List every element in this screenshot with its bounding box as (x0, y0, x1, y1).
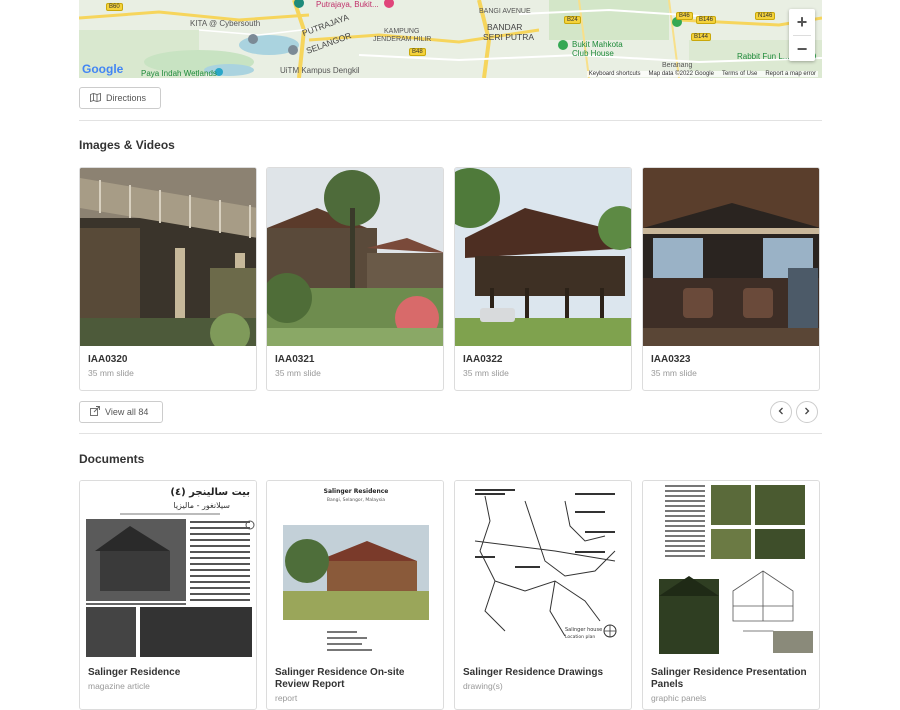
card-subtitle: 35 mm slide (275, 368, 321, 378)
map-label: SERI PUTRA (483, 32, 535, 42)
image-thumbnail[interactable] (643, 168, 819, 346)
zoom-out-button[interactable]: − (789, 36, 815, 62)
map-label: Club House (572, 49, 614, 58)
location-map[interactable]: Putrajaya, Bukit... KITA @ Cybersouth PU… (79, 0, 822, 78)
image-card[interactable]: IAA0321 35 mm slide (266, 167, 444, 391)
map-label: KITA @ Cybersouth (190, 19, 261, 28)
card-subtitle: report (275, 693, 298, 703)
road-badge: B144 (691, 33, 712, 41)
map-icon (90, 92, 101, 104)
map-data-text: Map data ©2022 Google (648, 71, 714, 77)
map-label: BANGI AVENUE (479, 8, 531, 15)
card-subtitle: drawing(s) (463, 681, 503, 691)
card-subtitle: 35 mm slide (651, 368, 697, 378)
card-title: Salinger Residence Drawings (463, 667, 604, 678)
google-logo: Google (82, 62, 123, 76)
park-pin-icon[interactable] (558, 40, 568, 50)
map-pin-icon[interactable] (288, 45, 298, 55)
card-subtitle: magazine article (88, 681, 150, 691)
map-label: Bukit Mahkota (572, 40, 623, 49)
card-title: Salinger Residence On-site Review Report (275, 667, 405, 690)
external-link-icon (90, 406, 100, 418)
doc-heading: Salinger Residence (324, 488, 389, 495)
road-badge: B48 (409, 48, 426, 56)
document-card[interactable]: (٤) بيت سالينجر سيلانغور - ماليزيا Salin… (79, 480, 257, 710)
document-card[interactable]: Salinger Residence Presentation Panels g… (642, 480, 820, 710)
zoom-in-button[interactable]: + (789, 9, 815, 35)
section-divider (79, 120, 822, 121)
road-badge: B46 (676, 12, 693, 20)
directions-button[interactable]: Directions (79, 87, 161, 109)
chevron-right-icon (803, 407, 811, 418)
document-card[interactable]: Salinger Residence Bangi, Selangor, Mala… (266, 480, 444, 710)
map-label: KAMPUNG (384, 28, 420, 35)
document-card[interactable]: Salinger house Location plan Salinger Re… (454, 480, 632, 710)
directions-label: Directions (106, 93, 147, 103)
image-card[interactable]: IAA0320 35 mm slide (79, 167, 257, 391)
document-thumbnail[interactable] (643, 481, 819, 659)
section-divider (79, 433, 822, 434)
map-label: Paya Indah Wetlands (141, 69, 217, 78)
document-thumbnail[interactable]: Salinger Residence Bangi, Selangor, Mala… (267, 481, 443, 659)
map-zoom-control: + − (789, 9, 815, 61)
card-title: Salinger Residence (88, 667, 181, 678)
carousel-next-button[interactable] (796, 401, 818, 423)
image-card[interactable]: IAA0322 35 mm slide (454, 167, 632, 391)
doc-caption: Salinger house (565, 627, 602, 633)
card-title: IAA0320 (88, 354, 128, 365)
view-all-button[interactable]: View all 84 (79, 401, 163, 423)
doc-heading: (٤) بيت سالينجر (170, 487, 250, 498)
card-title: Salinger Residence Presentation Panels (651, 667, 807, 690)
terms-link[interactable]: Terms of Use (722, 71, 757, 77)
card-subtitle: 35 mm slide (88, 368, 134, 378)
map-label: Putrajaya, Bukit... (316, 0, 379, 9)
chevron-left-icon (777, 407, 785, 418)
document-thumbnail[interactable]: Salinger house Location plan (455, 481, 631, 659)
road-badge: B24 (564, 16, 581, 24)
doc-subheading: Bangi, Selangor, Malaysia (327, 497, 385, 503)
map-label: Beranang (662, 62, 693, 69)
image-card[interactable]: IAA0323 35 mm slide (642, 167, 820, 391)
google-logo-text: Google (82, 62, 124, 76)
map-pin-icon[interactable] (248, 34, 258, 44)
map-label: BANDAR (487, 22, 523, 32)
doc-caption-2: Location plan (565, 634, 595, 640)
doc-subheading: سيلانغور - ماليزيا (173, 501, 230, 510)
map-label: UiTM Kampus Dengkil (280, 66, 360, 75)
map-label: JENDERAM HILIR (373, 36, 432, 43)
report-map-error-link[interactable]: Report a map error (765, 71, 816, 77)
card-title: IAA0322 (463, 354, 503, 365)
image-thumbnail[interactable] (80, 168, 256, 346)
road-badge: B60 (106, 3, 123, 11)
image-thumbnail[interactable] (455, 168, 631, 346)
card-subtitle: 35 mm slide (463, 368, 509, 378)
card-title: IAA0323 (651, 354, 691, 365)
map-label: Rabbit Fun L... (737, 52, 790, 61)
card-title: IAA0321 (275, 354, 315, 365)
image-thumbnail[interactable] (267, 168, 443, 346)
road-badge: B146 (696, 16, 717, 24)
documents-heading: Documents (79, 452, 145, 466)
road-badge: N146 (755, 12, 776, 20)
carousel-prev-button[interactable] (770, 401, 792, 423)
map-footer: Keyboard shortcuts Map data ©2022 Google… (586, 71, 818, 77)
view-all-label: View all 84 (105, 407, 149, 417)
document-thumbnail[interactable]: (٤) بيت سالينجر سيلانغور - ماليزيا (80, 481, 256, 659)
images-videos-heading: Images & Videos (79, 138, 175, 152)
card-subtitle: graphic panels (651, 693, 707, 703)
keyboard-shortcuts-link[interactable]: Keyboard shortcuts (589, 71, 641, 77)
